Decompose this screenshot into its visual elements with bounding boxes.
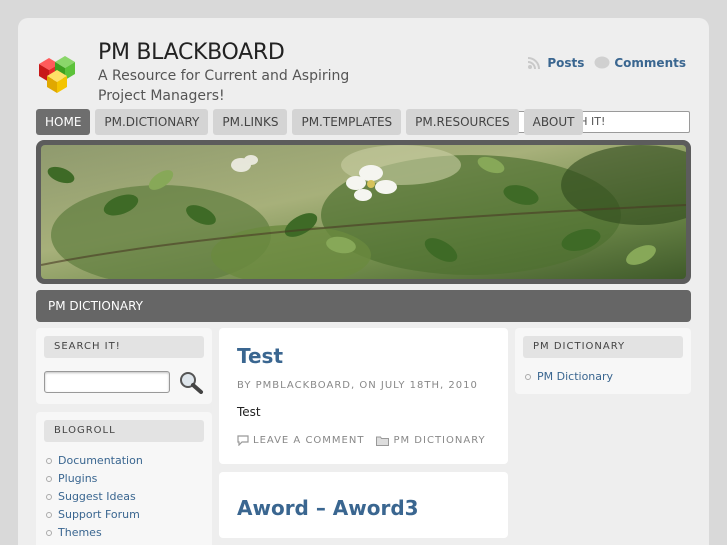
main-nav: HOME PM.DICTIONARY PM.LINKS PM.TEMPLATES… bbox=[36, 109, 584, 135]
comments-feed-link[interactable]: Comments bbox=[594, 56, 686, 70]
search-widget-title: SEARCH IT! bbox=[44, 336, 204, 358]
main-content: Test BY PMBLACKBOARD, ON JULY 18TH, 2010… bbox=[219, 328, 508, 545]
breadcrumb: PM DICTIONARY bbox=[36, 290, 691, 322]
blogroll-title: BLOGROLL bbox=[44, 420, 204, 442]
pm-dictionary-list: PM Dictionary bbox=[523, 368, 683, 386]
search-icon[interactable] bbox=[178, 370, 204, 394]
posts-feed-label: Posts bbox=[547, 56, 585, 70]
site-logo[interactable] bbox=[35, 52, 77, 94]
nav-about[interactable]: ABOUT bbox=[523, 109, 584, 135]
folder-icon bbox=[376, 436, 390, 446]
pm-dictionary-widget: PM DICTIONARY PM Dictionary bbox=[515, 328, 691, 394]
blogroll-item-support-forum[interactable]: Support Forum bbox=[46, 506, 204, 524]
blogroll-item-plugins[interactable]: Plugins bbox=[46, 470, 204, 488]
sidebar-search-input[interactable] bbox=[44, 371, 170, 393]
posts-feed-link[interactable]: Posts bbox=[527, 56, 584, 70]
blogroll-item-documentation[interactable]: Documentation bbox=[46, 452, 204, 470]
nav-pm-templates[interactable]: PM.TEMPLATES bbox=[292, 109, 402, 135]
left-sidebar: SEARCH IT! BLOGROLL Documentation Plugin… bbox=[36, 328, 212, 545]
blogroll-list: Documentation Plugins Suggest Ideas Supp… bbox=[44, 452, 204, 542]
blogroll-widget: BLOGROLL Documentation Plugins Suggest I… bbox=[36, 412, 212, 545]
comment-bubble-icon bbox=[594, 56, 610, 69]
comment-icon bbox=[237, 435, 249, 446]
page-container: PM BLACKBOARD A Resource for Current and… bbox=[18, 18, 709, 545]
category-link[interactable]: PM DICTIONARY bbox=[376, 435, 485, 446]
leave-comment-link[interactable]: LEAVE A COMMENT bbox=[237, 435, 364, 446]
rss-icon bbox=[528, 57, 541, 70]
banner-image bbox=[41, 145, 686, 279]
post-footer: LEAVE A COMMENT PM DICTIONARY bbox=[237, 435, 490, 446]
blogroll-item-suggest-ideas[interactable]: Suggest Ideas bbox=[46, 488, 204, 506]
post: Test BY PMBLACKBOARD, ON JULY 18TH, 2010… bbox=[219, 328, 508, 464]
comments-feed-label: Comments bbox=[614, 56, 686, 70]
post-meta: BY PMBLACKBOARD, ON JULY 18TH, 2010 bbox=[237, 380, 478, 391]
right-sidebar: PM DICTIONARY PM Dictionary bbox=[515, 328, 691, 402]
blogroll-item-themes[interactable]: Themes bbox=[46, 524, 204, 542]
site-description: A Resource for Current and Aspiring Proj… bbox=[98, 68, 350, 104]
post-title[interactable]: Test bbox=[237, 344, 490, 368]
post: Aword – Aword3 bbox=[219, 472, 508, 538]
pm-dictionary-title: PM DICTIONARY bbox=[523, 336, 683, 358]
feed-links: Posts Comments bbox=[527, 56, 686, 70]
search-widget: SEARCH IT! bbox=[36, 328, 212, 404]
nav-pm-resources[interactable]: PM.RESOURCES bbox=[406, 109, 519, 135]
site-title[interactable]: PM BLACKBOARD bbox=[98, 40, 285, 65]
post-title[interactable]: Aword – Aword3 bbox=[237, 496, 490, 520]
leave-comment-label: LEAVE A COMMENT bbox=[253, 435, 365, 446]
pm-dictionary-item[interactable]: PM Dictionary bbox=[525, 368, 683, 386]
nav-home[interactable]: HOME bbox=[36, 109, 91, 135]
nav-pm-dictionary[interactable]: PM.DICTIONARY bbox=[95, 109, 209, 135]
nav-pm-links[interactable]: PM.LINKS bbox=[213, 109, 288, 135]
header-banner bbox=[36, 140, 691, 284]
category-label: PM DICTIONARY bbox=[393, 435, 486, 446]
post-body: Test bbox=[237, 405, 261, 419]
